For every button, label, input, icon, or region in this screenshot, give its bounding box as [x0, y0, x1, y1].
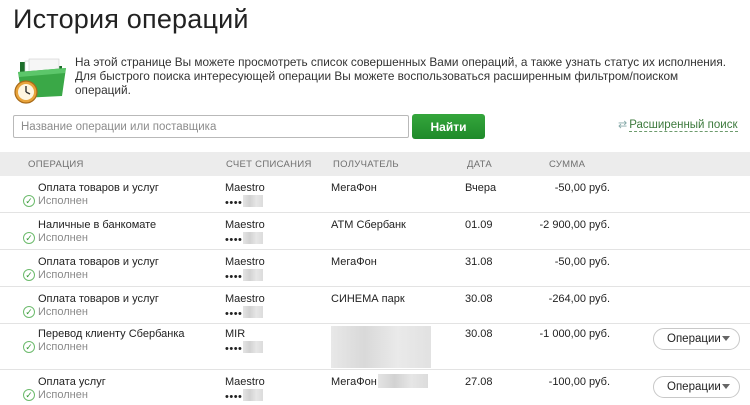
- check-circle-icon: ✓: [23, 195, 35, 207]
- recipient-name: ATM Сбербанк: [331, 219, 406, 231]
- column-header-operation: Операция: [28, 159, 84, 170]
- page-intro: На этой странице Вы можете просмотреть с…: [75, 55, 727, 97]
- operation-amount: -50,00 руб.: [554, 182, 610, 194]
- operations-dropdown-label: Операции: [667, 333, 721, 345]
- table-row[interactable]: Оплата услуг ✓ Исполнен Maestro •••• Мег…: [0, 370, 750, 405]
- account-masked-number: ••••: [225, 271, 243, 283]
- account-masked-number: ••••: [225, 343, 243, 355]
- account-name: Maestro: [225, 256, 265, 268]
- check-circle-icon: ✓: [23, 306, 35, 318]
- find-button[interactable]: Найти: [412, 114, 485, 139]
- column-header-amount: Сумма: [549, 159, 586, 170]
- check-circle-icon: ✓: [23, 341, 35, 353]
- chevron-down-icon: [722, 384, 730, 389]
- operations-dropdown-label: Операции: [667, 381, 721, 393]
- operation-name[interactable]: Оплата услуг: [38, 376, 106, 388]
- operation-status: Исполнен: [38, 389, 88, 401]
- account-masked-number: ••••: [225, 234, 243, 246]
- column-header-account: Счет списания: [226, 159, 312, 170]
- check-circle-icon: ✓: [23, 389, 35, 401]
- operation-amount: -2 900,00 руб.: [539, 219, 610, 231]
- redacted-recipient: [331, 326, 431, 368]
- check-circle-icon: ✓: [23, 269, 35, 281]
- table-row[interactable]: Оплата товаров и услуг ✓ Исполнен Maestr…: [0, 250, 750, 287]
- operation-date: 30.08: [465, 293, 493, 305]
- operation-name[interactable]: Наличные в банкомате: [38, 219, 156, 231]
- operations-dropdown-button[interactable]: Операции: [653, 328, 740, 350]
- redacted-digits: [243, 341, 263, 353]
- operation-amount: -1 000,00 руб.: [539, 328, 610, 340]
- account-masked-number: ••••: [225, 308, 243, 320]
- swap-arrows-icon: ⇄: [618, 119, 628, 131]
- redacted-digits: [243, 232, 263, 244]
- operation-amount: -264,00 руб.: [548, 293, 610, 305]
- operation-date: 27.08: [465, 376, 493, 388]
- operation-amount: -50,00 руб.: [554, 256, 610, 268]
- operation-amount: -100,00 руб.: [548, 376, 610, 388]
- advanced-search-link[interactable]: ⇄ Расширенный поиск: [618, 118, 738, 132]
- operation-name[interactable]: Оплата товаров и услуг: [38, 256, 159, 268]
- operation-date: Вчера: [465, 182, 497, 194]
- table-row[interactable]: Наличные в банкомате ✓ Исполнен Maestro …: [0, 213, 750, 250]
- account-name: Maestro: [225, 182, 265, 194]
- account-masked-number: ••••: [225, 197, 243, 209]
- search-input[interactable]: [13, 115, 409, 138]
- column-header-recipient: Получатель: [333, 159, 399, 170]
- account-name: Maestro: [225, 293, 265, 305]
- table-header: Операция Счет списания Получатель Дата С…: [0, 152, 750, 176]
- account-masked-number: ••••: [225, 391, 243, 403]
- operation-status: Исполнен: [38, 269, 88, 281]
- recipient-name: МегаФон: [331, 376, 377, 388]
- table-row[interactable]: Перевод клиенту Сбербанка ✓ Исполнен MIR…: [0, 324, 750, 370]
- recipient-name: СИНЕМА парк: [331, 293, 405, 305]
- redacted-recipient-detail: [378, 374, 428, 388]
- redacted-digits: [243, 389, 263, 401]
- operation-date: 31.08: [465, 256, 493, 268]
- table-row[interactable]: Оплата товаров и услуг ✓ Исполнен Maestr…: [0, 176, 750, 213]
- folder-clock-icon: [14, 58, 66, 104]
- operation-name[interactable]: Оплата товаров и услуг: [38, 293, 159, 305]
- recipient-name: МегаФон: [331, 256, 377, 268]
- account-name: MIR: [225, 328, 246, 340]
- operation-name[interactable]: Перевод клиенту Сбербанка: [38, 328, 185, 340]
- recipient-name: МегаФон: [331, 182, 377, 194]
- check-circle-icon: ✓: [23, 232, 35, 244]
- operation-date: 30.08: [465, 328, 493, 340]
- redacted-digits: [243, 195, 263, 207]
- column-header-date: Дата: [467, 159, 493, 170]
- operation-status: Исполнен: [38, 341, 88, 353]
- account-name: Maestro: [225, 219, 265, 231]
- chevron-down-icon: [722, 336, 730, 341]
- operation-status: Исполнен: [38, 195, 88, 207]
- redacted-digits: [243, 269, 263, 281]
- operation-name[interactable]: Оплата товаров и услуг: [38, 182, 159, 194]
- account-name: Maestro: [225, 376, 265, 388]
- redacted-digits: [243, 306, 263, 318]
- operation-status: Исполнен: [38, 306, 88, 318]
- operation-status: Исполнен: [38, 232, 88, 244]
- page-title: История операций: [13, 4, 249, 34]
- operation-date: 01.09: [465, 219, 493, 231]
- advanced-search-label: Расширенный поиск: [629, 119, 738, 132]
- operations-dropdown-button[interactable]: Операции: [653, 376, 740, 398]
- table-row[interactable]: Оплата товаров и услуг ✓ Исполнен Maestr…: [0, 287, 750, 324]
